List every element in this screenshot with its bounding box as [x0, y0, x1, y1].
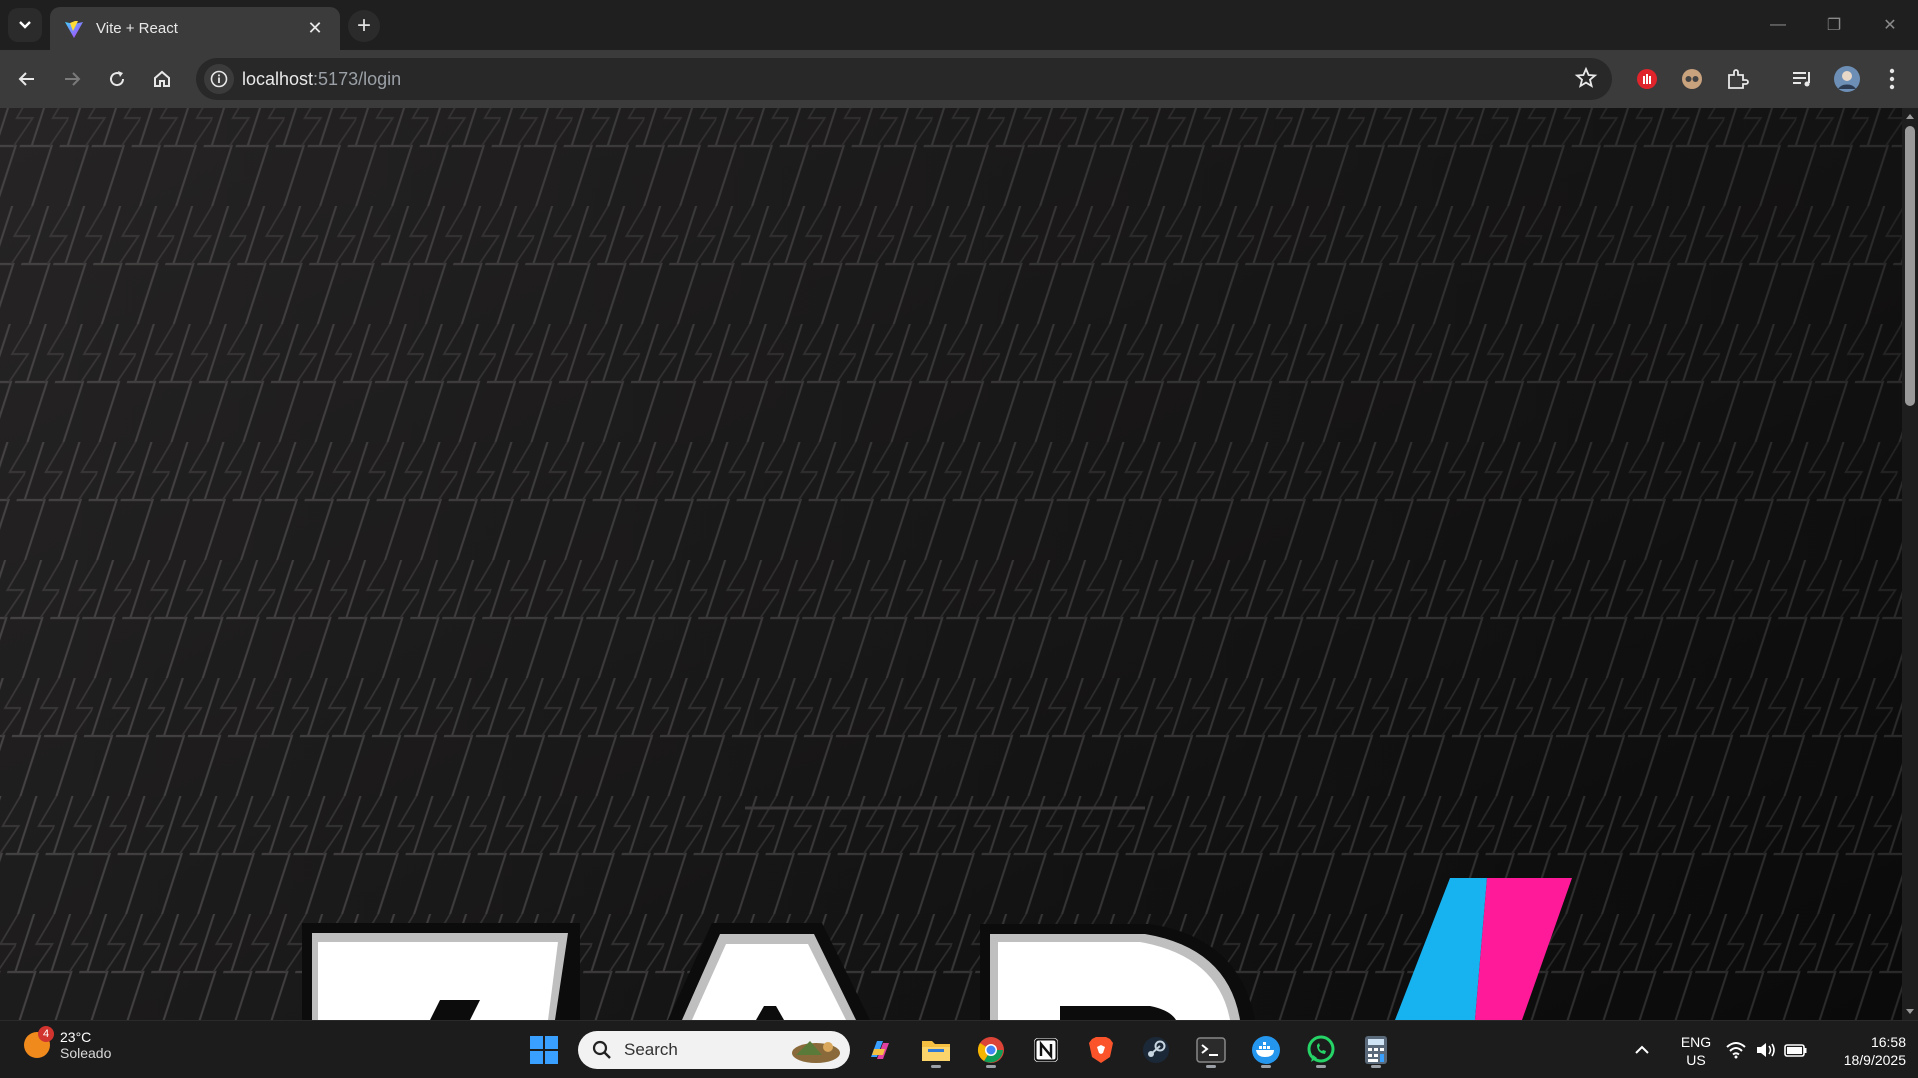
extension-red-icon[interactable] [1632, 64, 1662, 94]
running-indicator [1316, 1065, 1326, 1068]
url-host: localhost [242, 69, 314, 89]
weather-notification-badge: 4 [38, 1026, 54, 1042]
steam-taskbar-icon[interactable] [1136, 1030, 1176, 1070]
search-highlight-illustration-icon [792, 1041, 840, 1063]
minimize-button[interactable]: — [1750, 0, 1806, 50]
windows-taskbar: 4 23°C Soleado Search ENG US 16:58 18/9/… [0, 1020, 1918, 1078]
tab-title: Vite + React [96, 20, 178, 37]
taskbar-search[interactable]: Search [578, 1031, 850, 1069]
chevron-up-icon [1635, 1045, 1649, 1054]
lightning-pattern-background [0, 108, 1902, 1020]
tab-search-button[interactable] [8, 8, 42, 42]
running-indicator [1371, 1065, 1381, 1068]
weather-condition: Soleado [60, 1045, 112, 1061]
keyboard-layout: US [1686, 1052, 1706, 1068]
new-tab-button[interactable]: + [348, 10, 380, 42]
brave-taskbar-icon[interactable] [1081, 1030, 1121, 1070]
reload-icon [110, 71, 125, 87]
browser-toolbar: localhost:5173/login [0, 50, 1918, 108]
scroll-down-arrow-icon[interactable] [1905, 1008, 1915, 1016]
show-hidden-icons-button[interactable] [1622, 1030, 1662, 1070]
extensions-puzzle-icon[interactable] [1722, 64, 1752, 94]
running-indicator [1206, 1065, 1216, 1068]
scroll-up-arrow-icon[interactable] [1905, 112, 1915, 120]
search-label: Search [624, 1040, 678, 1059]
browser-window: Vite + React ✕ + — ❐ ✕ localhost:5173/lo… [0, 0, 1918, 1078]
docker-taskbar-icon[interactable] [1246, 1030, 1286, 1070]
page-viewport [0, 108, 1902, 1020]
whatsapp-taskbar-icon[interactable] [1301, 1030, 1341, 1070]
home-button[interactable] [144, 61, 180, 97]
weather-sun-icon: 4 [24, 1026, 54, 1058]
file-explorer-taskbar-icon[interactable] [916, 1030, 956, 1070]
notion-taskbar-icon[interactable] [1026, 1030, 1066, 1070]
start-button[interactable] [524, 1030, 564, 1070]
tab-close-icon[interactable]: ✕ [304, 18, 326, 39]
restore-button[interactable]: ❐ [1806, 0, 1862, 50]
home-icon [154, 70, 170, 87]
reload-button[interactable] [99, 61, 135, 97]
page-scrollbar[interactable] [1902, 108, 1918, 1020]
clock-date: 18/9/2025 [1843, 1052, 1906, 1068]
browser-menu-icon[interactable] [1877, 64, 1907, 94]
close-window-button[interactable]: ✕ [1862, 0, 1918, 50]
bookmark-star-icon[interactable] [1574, 66, 1598, 95]
url-path: :5173/login [313, 69, 402, 89]
running-indicator [931, 1065, 941, 1068]
tab-active[interactable]: Vite + React ✕ [50, 7, 340, 50]
extension-glasses-icon[interactable] [1677, 64, 1707, 94]
arrow-left-icon [18, 72, 34, 86]
chrome-taskbar-icon[interactable] [971, 1030, 1011, 1070]
weather-widget[interactable]: 4 23°C Soleado [24, 1026, 112, 1061]
system-clock[interactable]: 16:58 18/9/2025 [1816, 1033, 1906, 1069]
battery-icon[interactable] [1776, 1030, 1816, 1070]
terminal-taskbar-icon[interactable] [1191, 1030, 1231, 1070]
running-indicator [1261, 1065, 1271, 1068]
windows-logo-icon [530, 1036, 558, 1064]
input-language-indicator[interactable]: ENG US [1674, 1033, 1718, 1069]
scrollbar-thumb[interactable] [1905, 126, 1915, 406]
vite-favicon-icon [65, 20, 83, 38]
language-code: ENG [1680, 1034, 1712, 1050]
profile-avatar[interactable] [1832, 64, 1862, 94]
clock-time: 16:58 [1870, 1034, 1906, 1050]
back-button[interactable] [9, 61, 45, 97]
logo-letter-z [302, 923, 580, 1020]
calculator-taskbar-icon[interactable] [1356, 1030, 1396, 1070]
chevron-down-icon [19, 21, 31, 29]
running-indicator [986, 1065, 996, 1068]
tab-strip: Vite + React ✕ + — ❐ ✕ [0, 0, 1918, 50]
arrow-right-icon [65, 72, 81, 86]
url-text: localhost:5173/login [242, 69, 401, 90]
copilot-taskbar-icon[interactable] [860, 1030, 900, 1070]
site-info-icon[interactable] [204, 64, 234, 94]
search-icon [592, 1040, 611, 1059]
address-bar[interactable]: localhost:5173/login [196, 58, 1612, 100]
weather-temperature: 23°C [60, 1029, 92, 1045]
forward-button[interactable] [54, 61, 90, 97]
media-controls-icon[interactable] [1787, 64, 1817, 94]
